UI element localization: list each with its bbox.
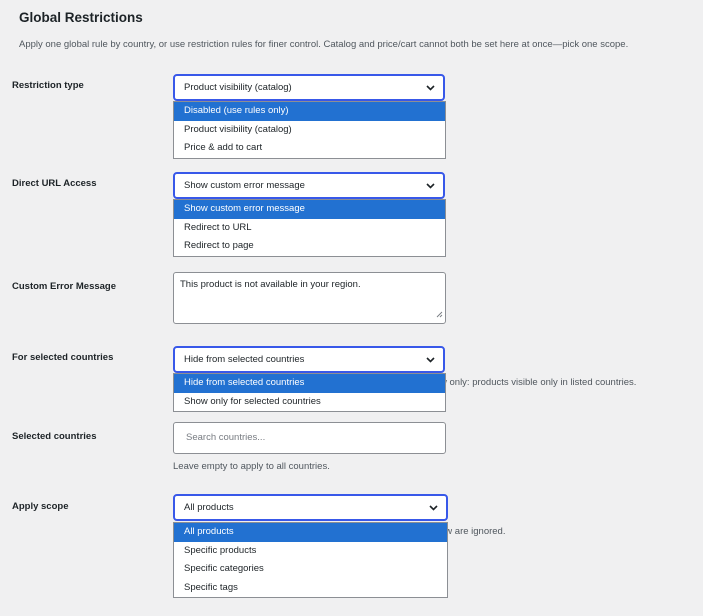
selected-countries-mode-value: Hide from selected countries	[184, 354, 305, 365]
apply-scope-select[interactable]: All products	[173, 494, 448, 521]
apply-scope-help: ow are ignored.	[440, 526, 506, 537]
chevron-down-icon	[426, 174, 435, 197]
selected-countries-mode-option[interactable]: Hide from selected countries	[174, 374, 445, 393]
apply-scope-value: All products	[184, 502, 234, 513]
restriction-type-option[interactable]: Price & add to cart	[174, 139, 445, 158]
selected-countries-help: Leave empty to apply to all countries.	[173, 461, 330, 472]
selected-countries-mode-select[interactable]: Hide from selected countries	[173, 346, 445, 373]
restriction-type-option[interactable]: Product visibility (catalog)	[174, 121, 445, 140]
section-title: Global Restrictions	[19, 10, 143, 25]
direct-url-access-option[interactable]: Redirect to URL	[174, 219, 445, 238]
apply-scope-option[interactable]: Specific products	[174, 542, 447, 561]
direct-url-access-select[interactable]: Show custom error message	[173, 172, 445, 199]
direct-url-access-dropdown: Show custom error message Redirect to UR…	[173, 199, 446, 257]
direct-url-access-option[interactable]: Redirect to page	[174, 237, 445, 256]
selected-countries-mode-help: w only: products visible only in listed …	[440, 377, 637, 388]
restriction-type-select[interactable]: Product visibility (catalog)	[173, 74, 445, 101]
apply-scope-dropdown: All products Specific products Specific …	[173, 522, 448, 598]
selected-countries-label: Selected countries	[12, 431, 97, 442]
selected-countries-mode-option[interactable]: Show only for selected countries	[174, 393, 445, 412]
restriction-type-value: Product visibility (catalog)	[184, 82, 292, 93]
restriction-type-dropdown: Disabled (use rules only) Product visibi…	[173, 101, 446, 159]
custom-error-text: This product is not available in your re…	[180, 279, 361, 290]
chevron-down-icon	[426, 76, 435, 99]
direct-url-access-value: Show custom error message	[184, 180, 305, 191]
selected-countries-mode-label: For selected countries	[12, 352, 114, 363]
restriction-type-option[interactable]: Disabled (use rules only)	[174, 102, 445, 121]
custom-error-label: Custom Error Message	[12, 281, 117, 292]
restriction-type-label: Restriction type	[12, 80, 84, 91]
direct-url-access-label: Direct URL Access	[12, 178, 97, 189]
chevron-down-icon	[426, 348, 435, 371]
selected-countries-mode-dropdown: Hide from selected countries Show only f…	[173, 373, 446, 412]
direct-url-access-option[interactable]: Show custom error message	[174, 200, 445, 219]
apply-scope-option[interactable]: Specific categories	[174, 560, 447, 579]
country-search-input[interactable]: Search countries...	[173, 422, 446, 454]
custom-error-textarea[interactable]: This product is not available in your re…	[173, 272, 446, 324]
chevron-down-icon	[429, 496, 438, 519]
apply-scope-option[interactable]: All products	[174, 523, 447, 542]
apply-scope-label: Apply scope	[12, 501, 69, 512]
resize-grip-icon[interactable]	[436, 310, 443, 321]
apply-scope-option[interactable]: Specific tags	[174, 579, 447, 598]
section-description: Apply one global rule by country, or use…	[19, 39, 629, 50]
